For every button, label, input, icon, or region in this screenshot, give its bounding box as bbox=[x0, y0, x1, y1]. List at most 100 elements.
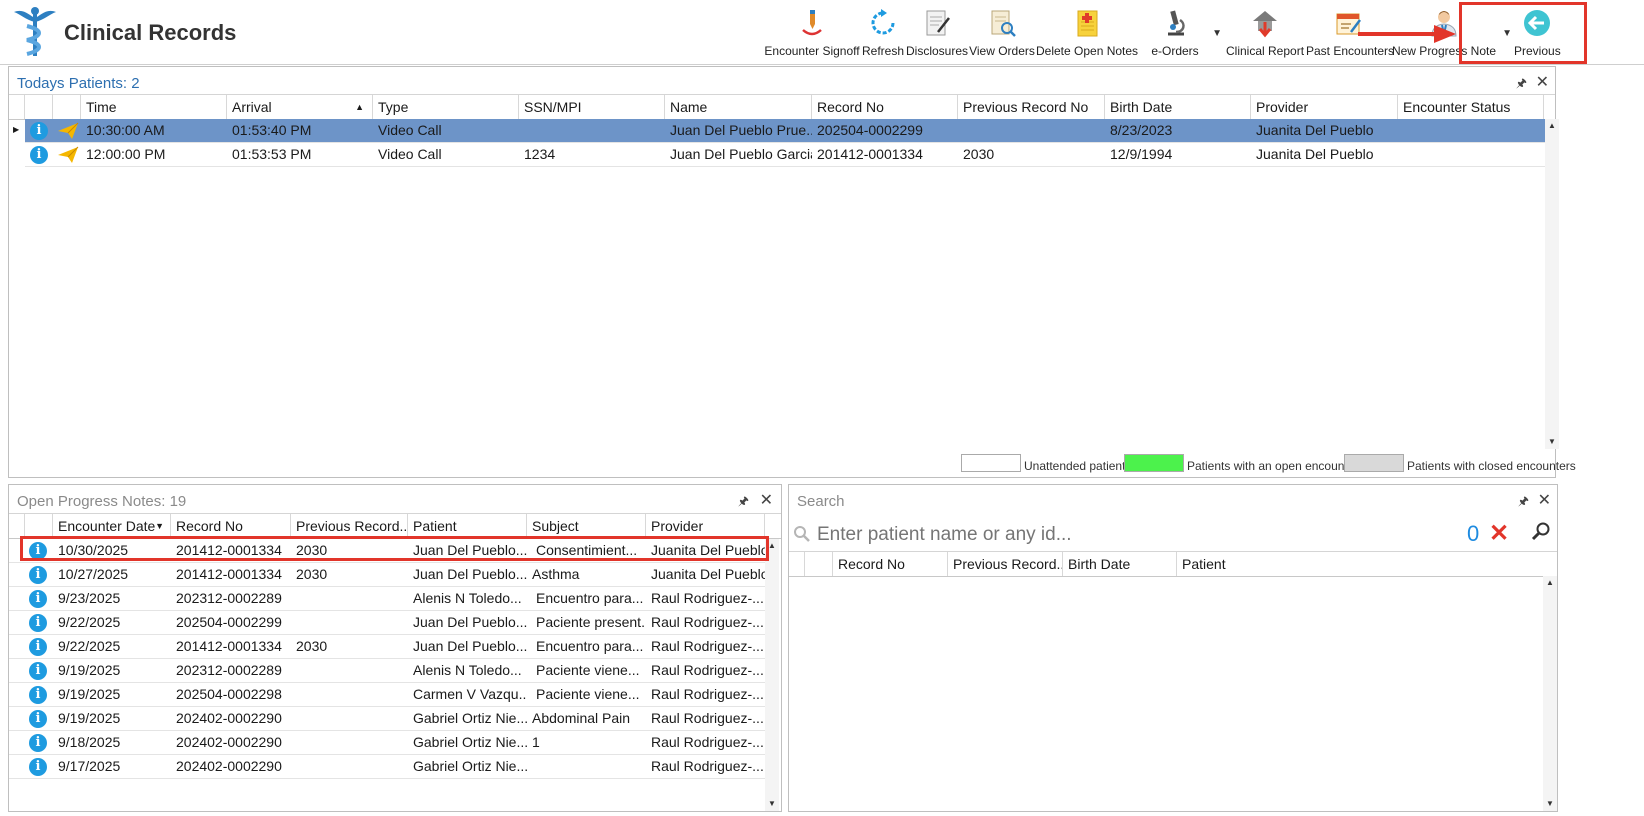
info-icon[interactable]: i bbox=[29, 638, 47, 656]
search-results-scrollbar[interactable]: ▲ ▼ bbox=[1543, 576, 1557, 811]
callout-arrow-icon bbox=[1358, 25, 1456, 43]
column-header-previous-record[interactable]: Previous Record... bbox=[291, 514, 408, 538]
table-row[interactable]: i 9/18/2025 202402-0002290 Gabriel Ortiz Ni… bbox=[9, 731, 765, 755]
column-header-patient[interactable]: Patient bbox=[408, 514, 527, 538]
cell-encounter-date: 10/27/2025 bbox=[58, 566, 129, 582]
table-row[interactable]: i 10/27/2025 201412-0001334 2030 Juan Del Pu… bbox=[9, 563, 765, 587]
column-header-previous-record[interactable]: Previous Record... bbox=[948, 552, 1063, 576]
patient-search-input[interactable] bbox=[815, 521, 1419, 549]
pin-icon[interactable]: 🖈 bbox=[1516, 74, 1527, 95]
info-icon[interactable]: i bbox=[29, 662, 47, 680]
legend-label-closed: Patients with closed encounters bbox=[1407, 459, 1576, 473]
table-row[interactable]: i 9/19/2025 202402-0002290 Gabriel Ortiz Ni… bbox=[9, 707, 765, 731]
column-header-birth-date[interactable]: Birth Date bbox=[1105, 95, 1251, 119]
delete-open-notes-button[interactable]: Delete Open Notes bbox=[1036, 0, 1138, 62]
cell-ssn: 1234 bbox=[524, 146, 556, 162]
sort-descending-icon: ▼ bbox=[155, 521, 164, 531]
scroll-down-icon[interactable]: ▼ bbox=[1545, 435, 1559, 449]
disclosures-button[interactable]: Disclosures bbox=[906, 0, 968, 62]
cell-time: 12:00:00 PM bbox=[86, 146, 166, 162]
cell-record-no: 202504-0002298 bbox=[176, 686, 282, 702]
cell-subject: Encuentro para... bbox=[536, 590, 644, 606]
column-header-arrival[interactable]: Arrival ▲ bbox=[227, 95, 373, 119]
column-header-type[interactable]: Type bbox=[373, 95, 519, 119]
column-header-name[interactable]: Name bbox=[665, 95, 812, 119]
info-icon[interactable]: i bbox=[29, 566, 47, 584]
open-progress-notes-panel: Open Progress Notes: 19 🖈 ✕ Encounter Da… bbox=[8, 484, 782, 812]
table-row[interactable]: i 9/19/2025 202504-0002298 Carmen V Vazqu..… bbox=[9, 683, 765, 707]
todays-patients-scrollbar[interactable]: ▲ ▼ bbox=[1545, 119, 1559, 449]
clear-search-icon[interactable]: ✕ bbox=[1489, 519, 1509, 548]
cell-previous-record bbox=[291, 587, 408, 610]
scroll-down-icon[interactable]: ▼ bbox=[1543, 797, 1557, 811]
table-row[interactable]: i 12:00:00 PM 01:53:53 PM Video Call 123… bbox=[25, 143, 1545, 167]
open-notes-scrollbar[interactable]: ▲ ▼ bbox=[765, 539, 779, 811]
cell-provider: Raul Rodriguez-... bbox=[651, 590, 764, 606]
column-header-ssn[interactable]: SSN/MPI bbox=[519, 95, 665, 119]
cell-encounter-date: 9/17/2025 bbox=[58, 758, 121, 774]
info-icon[interactable]: i bbox=[29, 734, 47, 752]
cell-provider: Juanita Del Pueblo bbox=[651, 566, 765, 582]
info-icon[interactable]: i bbox=[30, 122, 48, 140]
open-notes-title: Open Progress Notes: 19 bbox=[17, 493, 186, 510]
column-header-record-no[interactable]: Record No bbox=[812, 95, 958, 119]
view-orders-button[interactable]: View Orders bbox=[968, 0, 1036, 62]
table-row[interactable]: i 9/19/2025 202312-0002289 Alenis N Toledo.… bbox=[9, 659, 765, 683]
cell-patient: Alenis N Toledo... bbox=[413, 590, 522, 606]
info-icon[interactable]: i bbox=[29, 590, 47, 608]
e-orders-dropdown-button[interactable]: e-Orders ▼ bbox=[1140, 0, 1224, 62]
column-header-patient[interactable]: Patient bbox=[1177, 552, 1543, 576]
search-go-icon[interactable] bbox=[1531, 521, 1551, 541]
cell-provider: Raul Rodriguez-... bbox=[651, 662, 764, 678]
cell-previous-record bbox=[291, 755, 408, 778]
app-title: Clinical Records bbox=[64, 20, 237, 45]
cell-provider: Raul Rodriguez-... bbox=[651, 710, 764, 726]
close-icon[interactable]: ✕ bbox=[760, 490, 773, 510]
info-icon[interactable]: i bbox=[29, 710, 47, 728]
column-header-subject[interactable]: Subject bbox=[527, 514, 646, 538]
cell-previous-record bbox=[291, 707, 408, 730]
column-header-encounter-date-label: Encounter Date bbox=[58, 518, 156, 534]
cell-encounter-date: 9/23/2025 bbox=[58, 590, 121, 606]
close-icon[interactable]: ✕ bbox=[1538, 490, 1551, 510]
scroll-down-icon[interactable]: ▼ bbox=[765, 797, 779, 811]
column-header-time[interactable]: Time bbox=[81, 95, 227, 119]
column-header-provider[interactable]: Provider bbox=[646, 514, 765, 538]
todays-patients-grid-header: Time Arrival ▲ Type SSN/MPI Name Record … bbox=[9, 94, 1555, 120]
new-progress-note-highlight bbox=[1459, 2, 1587, 64]
legend-label-open: Patients with an open encounter bbox=[1187, 459, 1359, 473]
table-row[interactable]: i 9/23/2025 202312-0002289 Alenis N Toledo.… bbox=[9, 587, 765, 611]
pin-icon[interactable]: 🖈 bbox=[1518, 492, 1529, 513]
pin-icon[interactable]: 🖈 bbox=[738, 492, 749, 513]
todays-patients-panel: Todays Patients: 2 🖈 ✕ Time Arrival ▲ Ty… bbox=[8, 66, 1559, 478]
cell-name: Juan Del Pueblo Prue... bbox=[670, 122, 812, 138]
column-header-birth-date[interactable]: Birth Date bbox=[1063, 552, 1177, 576]
column-header-previous-record-no[interactable]: Previous Record No bbox=[958, 95, 1105, 119]
scroll-up-icon[interactable]: ▲ bbox=[1545, 119, 1559, 133]
info-icon[interactable]: i bbox=[29, 758, 47, 776]
clinical-report-icon bbox=[1253, 11, 1277, 38]
close-icon[interactable]: ✕ bbox=[1536, 72, 1549, 92]
cell-provider: Juanita Del Pueblo bbox=[1256, 122, 1374, 138]
row-indicator-header bbox=[9, 514, 25, 538]
column-header-provider[interactable]: Provider bbox=[1251, 95, 1398, 119]
column-header-encounter-status[interactable]: Encounter Status bbox=[1398, 95, 1544, 119]
column-header-record-no[interactable]: Record No bbox=[833, 552, 948, 576]
cell-record-no: 201412-0001334 bbox=[176, 638, 282, 654]
table-row[interactable]: i 9/17/2025 202402-0002290 Gabriel Ortiz Ni… bbox=[9, 755, 765, 779]
encounter-signoff-button[interactable]: Encounter Signoff bbox=[764, 0, 860, 62]
column-header-record-no[interactable]: Record No bbox=[171, 514, 291, 538]
cell-record-no: 202312-0002289 bbox=[176, 590, 282, 606]
column-header-encounter-date[interactable]: Encounter Date ▼ bbox=[53, 514, 171, 538]
refresh-button[interactable]: Refresh bbox=[860, 0, 906, 62]
cell-arrival: 01:53:40 PM bbox=[232, 122, 312, 138]
table-row[interactable]: i 10:30:00 AM 01:53:40 PM Video Call Jua… bbox=[25, 119, 1545, 143]
table-row[interactable]: i 9/22/2025 201412-0001334 2030 Juan Del Pue… bbox=[9, 635, 765, 659]
scroll-up-icon[interactable]: ▲ bbox=[1543, 576, 1557, 590]
clinical-report-button[interactable]: Clinical Report bbox=[1226, 0, 1304, 62]
table-row[interactable]: i 9/22/2025 202504-0002299 Juan Del Pueblo.… bbox=[9, 611, 765, 635]
info-icon[interactable]: i bbox=[29, 614, 47, 632]
info-icon[interactable]: i bbox=[29, 686, 47, 704]
cell-encounter-date: 9/19/2025 bbox=[58, 662, 121, 678]
info-icon[interactable]: i bbox=[30, 146, 48, 164]
